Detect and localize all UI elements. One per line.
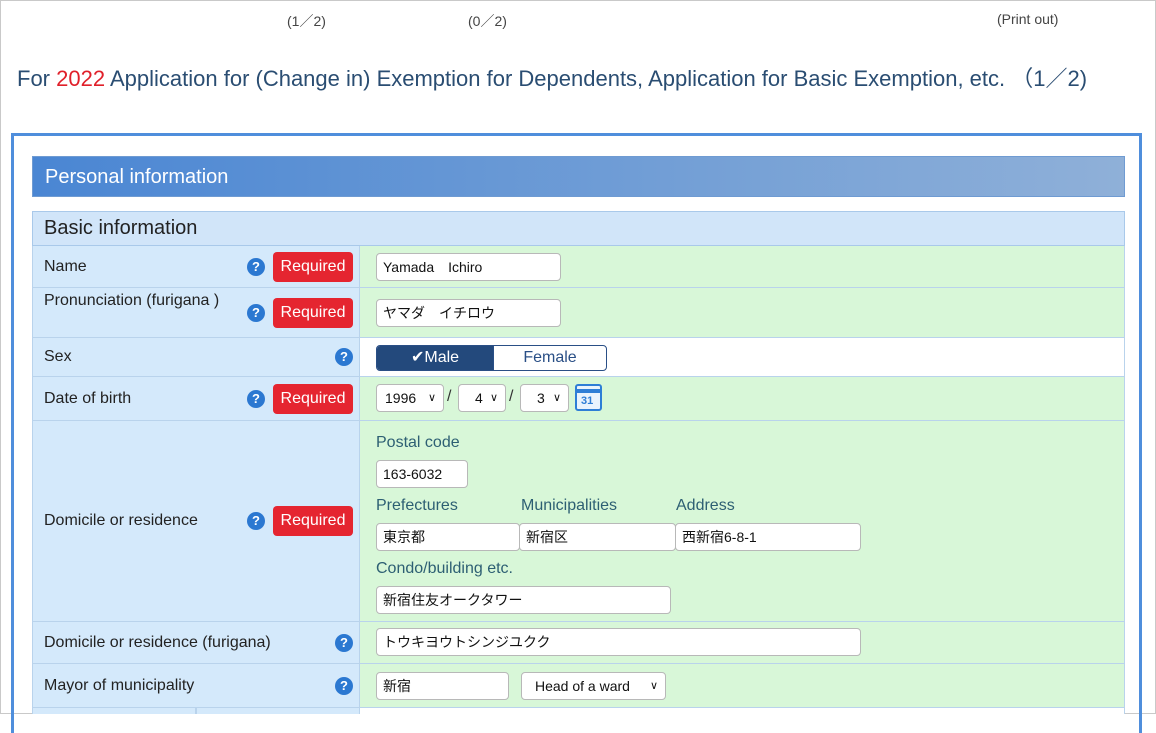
date-separator: / [447,388,452,405]
sex-toggle: ✔Male Female [376,345,607,371]
row-furigana: Pronunciation (furigana ) ? Required [32,288,1125,338]
condo-building-label: Condo/building etc. [376,560,513,577]
address-input[interactable]: 西新宿6-8-1 [675,523,861,551]
birth-month-select[interactable]: 4 ∨ [458,384,506,412]
mayor-title-value: Head of a ward [535,678,630,694]
sex-label-cell: Sex ? [32,338,360,376]
birth-month-value: 4 [475,390,483,406]
date-separator: / [509,388,514,405]
sex-male-option[interactable]: ✔Male [377,346,493,370]
mayor-municipality-input[interactable]: 新宿 [376,672,509,700]
help-icon[interactable]: ? [335,634,353,652]
dob-label: Date of birth [44,390,132,407]
chevron-down-icon: ∨ [552,392,561,404]
required-badge: Required [273,252,353,282]
help-icon[interactable]: ? [335,677,353,695]
next-input-cell [360,708,1125,714]
row-name: Name ? Required [32,246,1125,288]
name-label: Name [44,258,87,275]
chevron-down-icon: ∨ [649,680,658,692]
condo-building-input[interactable]: 新宿住友オークタワー [376,586,671,614]
birth-day-select[interactable]: 3 ∨ [520,384,569,412]
help-icon[interactable]: ? [247,258,265,276]
help-icon[interactable]: ? [247,304,265,322]
title-year: 2022 [56,66,106,91]
furigana-label-cell: Pronunciation (furigana ) ? Required [32,288,360,337]
furigana-label: Pronunciation (furigana ) [44,292,220,309]
address-label: Address [676,497,735,514]
required-badge: Required [273,506,353,536]
subsection-basic-information: Basic information [32,211,1125,246]
furigana-input[interactable]: ヤマダ イチロウ [376,299,561,327]
print-out-link[interactable]: (Print out) [997,11,1058,27]
birth-day-value: 3 [537,390,545,406]
chevron-down-icon: ∨ [427,392,436,404]
help-icon[interactable]: ? [247,390,265,408]
mayor-title-select[interactable]: Head of a ward ∨ [521,672,666,700]
birth-year-value: 1996 [385,390,417,406]
page-title: For 2022 Application for (Change in) Exe… [17,62,1137,96]
municipalities-label: Municipalities [521,497,618,514]
mayor-label: Mayor of municipality [44,677,195,694]
domicile-furigana-label-cell: Domicile or residence (furigana) ? [32,622,360,663]
name-input[interactable]: Yamada Ichiro [376,253,561,281]
sex-female-option[interactable]: Female [493,346,606,370]
calendar-icon[interactable]: 31 [575,384,602,411]
prefecture-input[interactable]: 東京都 [376,523,520,551]
title-prefix: For [17,66,57,91]
domicile-furigana-label: Domicile or residence (furigana) [44,634,271,651]
domicile-label: Domicile or residence [44,512,198,529]
birth-year-select[interactable]: 1996 ∨ [376,384,444,412]
name-label-cell: Name ? Required [32,246,360,287]
municipality-input[interactable]: 新宿区 [519,523,676,551]
required-badge: Required [273,384,353,414]
postal-code-label: Postal code [376,434,460,451]
dob-label-cell: Date of birth ? Required [32,377,360,420]
help-icon[interactable]: ? [335,348,353,366]
domicile-label-cell: Domicile or residence ? Required [32,421,360,621]
section-personal-information: Personal information [32,156,1125,197]
sex-label: Sex [44,348,72,365]
progress-indicator-1: (1／2) [287,13,326,29]
domicile-furigana-input[interactable]: トウキヨウトシンジユクク [376,628,861,656]
next-label-cell-2 [196,708,360,714]
next-label-cell [32,708,196,714]
postal-code-input[interactable]: 163-6032 [376,460,468,488]
prefectures-label: Prefectures [376,497,458,514]
title-text: Application for (Change in) Exemption fo… [105,66,1088,91]
mayor-label-cell: Mayor of municipality ? [32,664,360,707]
required-badge: Required [273,298,353,328]
row-next-partial [32,708,1125,714]
progress-indicator-2: (0／2) [468,13,507,29]
help-icon[interactable]: ? [247,512,265,530]
chevron-down-icon: ∨ [489,392,498,404]
